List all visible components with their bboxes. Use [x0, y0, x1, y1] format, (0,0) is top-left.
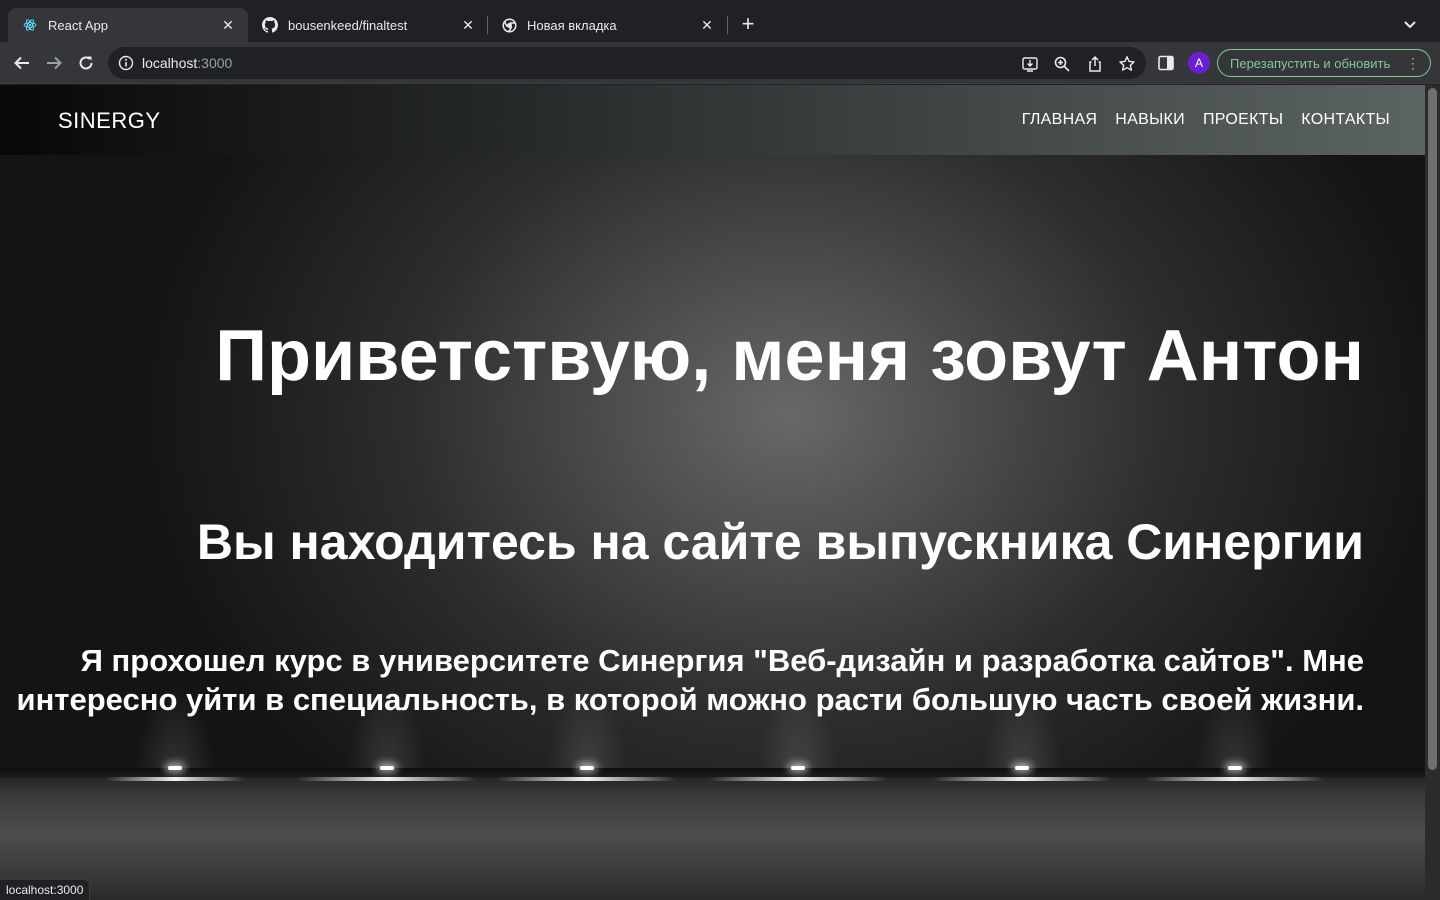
spotlight: [380, 766, 394, 770]
tab-github[interactable]: bousenkeed/finaltest ✕: [248, 8, 488, 42]
zoom-icon[interactable]: [1053, 55, 1071, 73]
status-bubble: localhost:3000: [0, 879, 91, 900]
forward-button[interactable]: [42, 51, 66, 75]
tab-title: React App: [48, 17, 108, 33]
page-viewport: SINERGY ГЛАВНАЯ НАВЫКИ ПРОЕКТЫ КОНТАКТЫ …: [0, 85, 1425, 900]
url-text: localhost:3000: [142, 55, 232, 71]
tab-strip: React App ✕ bousenkeed/finaltest ✕ Новая…: [0, 0, 1440, 42]
install-app-icon[interactable]: [1021, 55, 1039, 73]
spotlight: [1015, 766, 1029, 770]
light-reflection: [932, 777, 1112, 781]
relaunch-update-button[interactable]: Перезапустить и обновить ⋮: [1217, 49, 1431, 77]
spotlight: [1228, 766, 1242, 770]
site-navbar: SINERGY ГЛАВНАЯ НАВЫКИ ПРОЕКТЫ КОНТАКТЫ: [0, 85, 1425, 155]
side-panel-icon[interactable]: [1157, 54, 1175, 72]
new-tab-button[interactable]: +: [736, 13, 760, 37]
light-reflection: [297, 777, 477, 781]
scrollbar-thumb[interactable]: [1428, 88, 1437, 770]
tab-separator: [727, 16, 728, 34]
light-reflection: [105, 777, 245, 781]
github-icon: [262, 17, 278, 33]
more-menu-icon[interactable]: ⋮: [1406, 55, 1420, 71]
nav-link-contacts[interactable]: КОНТАКТЫ: [1301, 111, 1390, 129]
url-host: localhost: [142, 55, 198, 71]
bookmark-star-icon[interactable]: [1118, 55, 1136, 73]
tab-react-app[interactable]: React App ✕: [8, 8, 248, 42]
close-tab-icon[interactable]: ✕: [460, 17, 476, 33]
page-scrollbar[interactable]: [1425, 85, 1440, 900]
profile-avatar[interactable]: A: [1188, 52, 1210, 74]
nav-link-projects[interactable]: ПРОЕКТЫ: [1203, 111, 1283, 129]
close-tab-icon[interactable]: ✕: [220, 17, 236, 33]
site-nav-links: ГЛАВНАЯ НАВЫКИ ПРОЕКТЫ КОНТАКТЫ: [1022, 111, 1390, 129]
light-reflection: [1145, 777, 1325, 781]
light-reflection: [708, 777, 888, 781]
nav-link-home[interactable]: ГЛАВНАЯ: [1022, 111, 1098, 129]
chrome-icon: [501, 17, 517, 33]
light-reflection: [497, 777, 677, 781]
hero-heading: Приветствую, меня зовут Антон: [215, 316, 1364, 396]
browser-toolbar: localhost:3000 A Перезапустить и обновит…: [0, 42, 1440, 84]
spotlight: [791, 766, 805, 770]
back-button[interactable]: [10, 51, 34, 75]
close-tab-icon[interactable]: ✕: [699, 17, 715, 33]
spotlight: [168, 766, 182, 770]
react-icon: [22, 17, 38, 33]
background-floor: [0, 768, 1425, 900]
hero-subheading: Вы находитесь на сайте выпускника Синерг…: [196, 514, 1364, 570]
tab-new-tab[interactable]: Новая вкладка ✕: [487, 8, 727, 42]
tab-search-chevron-icon[interactable]: [1400, 14, 1420, 34]
reload-button[interactable]: [74, 51, 98, 75]
tab-title: Новая вкладка: [527, 17, 617, 33]
site-info-icon[interactable]: [118, 55, 134, 71]
relaunch-label: Перезапустить и обновить: [1230, 55, 1391, 71]
url-port: :3000: [197, 55, 233, 71]
spotlight: [580, 766, 594, 770]
tab-title: bousenkeed/finaltest: [288, 17, 408, 33]
hero-paragraph: Я прохошел курс в университете Синергия …: [16, 643, 1364, 717]
nav-link-skills[interactable]: НАВЫКИ: [1115, 111, 1185, 129]
address-bar[interactable]: localhost:3000: [108, 47, 1146, 79]
share-icon[interactable]: [1086, 55, 1104, 73]
site-logo[interactable]: SINERGY: [58, 108, 161, 134]
